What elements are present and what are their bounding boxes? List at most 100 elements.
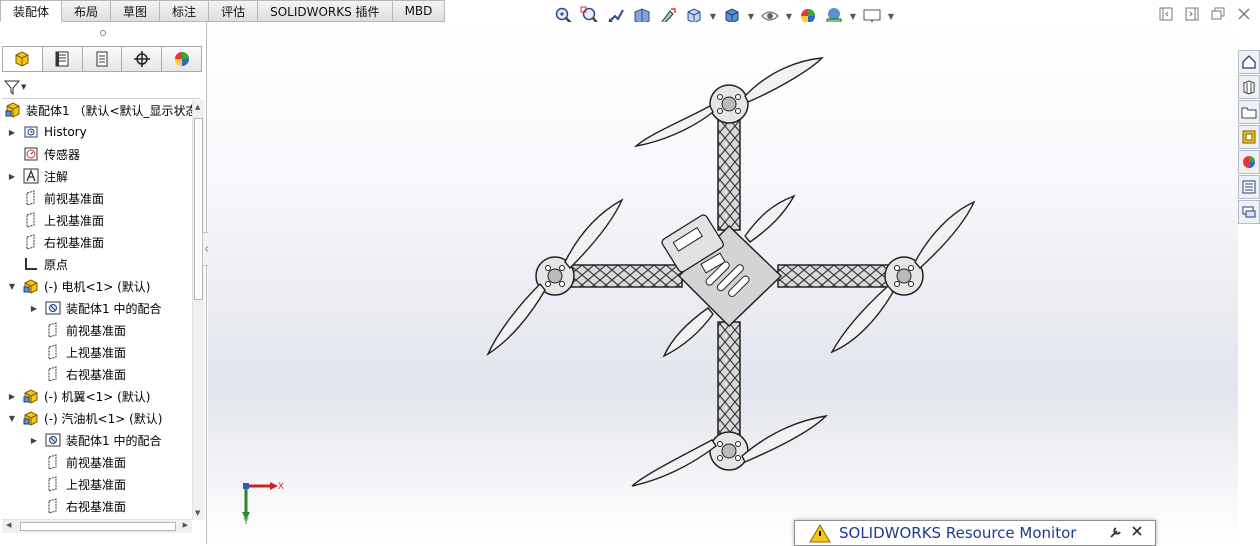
expand-arrow-icon[interactable]: ▶ xyxy=(6,126,18,138)
tree-item[interactable]: 原点 xyxy=(6,253,68,275)
home-icon[interactable] xyxy=(1238,50,1260,74)
tile-left-icon[interactable] xyxy=(1158,6,1174,22)
collapse-arrow-icon[interactable]: ▼ xyxy=(6,280,18,292)
tree-item[interactable]: 上视基准面 xyxy=(28,341,126,363)
tab-evaluate[interactable]: 评估 xyxy=(209,0,259,22)
dimxpert-icon[interactable] xyxy=(122,47,163,71)
collapse-arrow-icon[interactable]: ▼ xyxy=(6,412,18,424)
scroll-up-icon[interactable]: ▲ xyxy=(195,103,200,111)
tree-item-label: 注解 xyxy=(44,169,69,184)
tree-item[interactable]: 前视基准面 xyxy=(28,319,126,341)
tree-item[interactable]: 前视基准面 xyxy=(28,451,126,473)
graphics-area[interactable] xyxy=(208,22,1238,544)
restore-icon[interactable] xyxy=(1210,6,1226,22)
scroll-left-icon[interactable]: ◀ xyxy=(6,521,11,529)
hide-show-dropdown-icon[interactable]: ▼ xyxy=(784,12,794,21)
tree-vertical-scroll-thumb[interactable] xyxy=(194,118,203,300)
custom-properties-icon[interactable] xyxy=(1238,175,1260,199)
quadcopter-drawing xyxy=(486,57,976,487)
triad-x-label: X xyxy=(278,481,284,491)
close-icon[interactable] xyxy=(1236,6,1252,22)
design-library-icon[interactable] xyxy=(1238,75,1260,99)
tree-item[interactable]: ▶ 装配体1 中的配合 xyxy=(28,429,161,451)
expand-arrow-icon[interactable]: ▶ xyxy=(28,302,40,314)
tree-item-label: 上视基准面 xyxy=(66,477,127,492)
tree-filter[interactable]: ▼ xyxy=(4,76,34,98)
tree-item[interactable]: ▶ History xyxy=(6,121,87,143)
view-orientation-dropdown-icon[interactable]: ▼ xyxy=(708,12,718,21)
tab-markup[interactable]: 标注 xyxy=(160,0,210,22)
tree-item[interactable]: ▶ 注解 xyxy=(6,165,68,187)
tree-item-label: 右视基准面 xyxy=(44,235,105,250)
popup-close-icon[interactable] xyxy=(1131,525,1143,540)
tree-item-label: 上视基准面 xyxy=(66,345,127,360)
reference-triad: X Y xyxy=(238,478,288,529)
plane-icon xyxy=(22,189,40,207)
apply-scene-dropdown-icon[interactable]: ▼ xyxy=(848,12,858,21)
plane-icon xyxy=(44,453,62,471)
tree-item[interactable]: 右视基准面 xyxy=(6,231,104,253)
forum-icon[interactable] xyxy=(1238,200,1260,224)
resource-monitor-popup[interactable]: SOLIDWORKS Resource Monitor xyxy=(794,520,1156,546)
tab-sketch[interactable]: 草图 xyxy=(111,0,161,22)
configurationmanager-icon[interactable] xyxy=(82,47,123,71)
view-settings-dropdown-icon[interactable]: ▼ xyxy=(886,12,896,21)
manager-tabs xyxy=(2,46,202,72)
expand-arrow-icon[interactable]: ▶ xyxy=(6,390,18,402)
arm-bottom xyxy=(717,321,741,441)
tab-assembly[interactable]: 装配体 xyxy=(0,0,63,22)
tree-item-label: 前视基准面 xyxy=(66,455,127,470)
tab-layout[interactable]: 布局 xyxy=(62,0,112,22)
tree-item[interactable]: 右视基准面 xyxy=(28,495,126,517)
display-style-dropdown-icon[interactable]: ▼ xyxy=(746,12,756,21)
tree-item[interactable]: ▶ 装配体1 中的配合 xyxy=(28,297,161,319)
tree-item[interactable]: ▶ (-) 机翼<1> (默认) xyxy=(6,385,150,407)
tree-root[interactable]: 装配体1 （默认<默认_显示状态 xyxy=(4,99,192,121)
tree-horizontal-scrollbar[interactable]: ◀ ▶ xyxy=(2,519,192,533)
plane-icon xyxy=(22,211,40,229)
view-palette-icon[interactable] xyxy=(1238,125,1260,149)
scroll-down-icon[interactable]: ▼ xyxy=(195,509,200,517)
resource-monitor-title: SOLIDWORKS Resource Monitor xyxy=(839,524,1077,542)
wrench-icon[interactable] xyxy=(1109,525,1123,542)
triad-y-label: Y xyxy=(243,516,249,526)
scroll-right-icon[interactable]: ▶ xyxy=(183,521,188,529)
expand-arrow-icon[interactable]: ▶ xyxy=(6,170,18,182)
tree-item-label: History xyxy=(44,125,87,139)
tree-item[interactable]: 上视基准面 xyxy=(28,473,126,495)
tree-item[interactable]: 前视基准面 xyxy=(6,187,104,209)
tab-addins[interactable]: SOLIDWORKS 插件 xyxy=(258,0,393,22)
tree-item[interactable]: ▼ (-) 电机<1> (默认) xyxy=(6,275,150,297)
pane-grip-icon[interactable] xyxy=(0,22,206,44)
tree-item-label: 上视基准面 xyxy=(44,213,105,228)
displaymanager-icon[interactable] xyxy=(162,47,201,71)
tree-item[interactable]: 右视基准面 xyxy=(28,363,126,385)
filter-dropdown-icon: ▼ xyxy=(21,83,27,91)
tree-vertical-scrollbar[interactable]: ▲ ▼ xyxy=(192,100,204,520)
tree-item-label: (-) 汽油机<1> (默认) xyxy=(44,411,163,426)
quadcopter-model[interactable] xyxy=(208,22,1238,544)
featuremanager-icon[interactable] xyxy=(3,47,43,71)
tree-item-label: 前视基准面 xyxy=(66,323,127,338)
tree-item[interactable]: ▼ (-) 汽油机<1> (默认) xyxy=(6,407,162,429)
tile-right-icon[interactable] xyxy=(1184,6,1200,22)
file-explorer-icon[interactable] xyxy=(1238,100,1260,124)
tree-item[interactable]: 传感器 xyxy=(6,143,80,165)
command-manager-tabs: 装配体 布局 草图 标注 评估 SOLIDWORKS 插件 MBD xyxy=(0,0,446,22)
propertymanager-icon[interactable] xyxy=(42,47,83,71)
tree-item-label: 装配体1 中的配合 xyxy=(66,433,162,448)
tab-mbd[interactable]: MBD xyxy=(392,0,446,22)
tree-item-label: 右视基准面 xyxy=(66,499,127,514)
tree-item[interactable]: 上视基准面 xyxy=(6,209,104,231)
tree-item-label: 传感器 xyxy=(44,147,81,162)
tree-horizontal-scroll-thumb[interactable] xyxy=(20,522,176,531)
appearances-icon[interactable] xyxy=(1238,150,1260,174)
expand-arrow-icon[interactable]: ▶ xyxy=(28,434,40,446)
task-pane xyxy=(1238,50,1260,224)
assembly-icon xyxy=(4,101,22,119)
